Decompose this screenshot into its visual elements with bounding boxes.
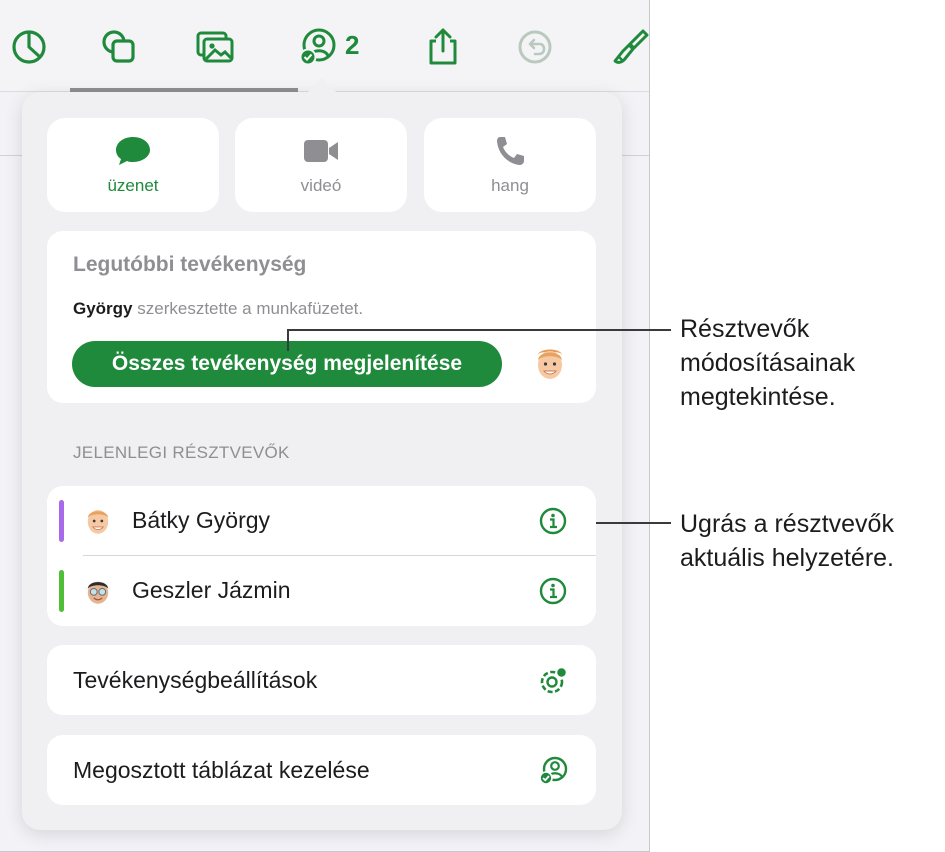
phone-icon	[497, 137, 524, 165]
manage-shared-sheet-label: Megosztott táblázat kezelése	[73, 757, 370, 783]
video-label: videó	[300, 176, 342, 195]
activity-action: szerkesztette a munkafüzetet.	[137, 299, 364, 318]
recent-activity-card: Legutóbbi tevékenység György szerkesztet…	[47, 231, 596, 403]
memoji-avatar-icon	[87, 509, 109, 534]
shared-person-checkmark-icon	[539, 756, 568, 785]
undo-icon[interactable]	[512, 24, 558, 70]
collaborator-count: 2	[345, 30, 360, 60]
activity-settings-gear-icon	[540, 666, 568, 694]
activity-settings-label: Tevékenységbeállítások	[73, 667, 318, 693]
collaboration-icon[interactable]	[294, 24, 340, 70]
media-icon[interactable]	[192, 24, 238, 70]
audio-call-button[interactable]: hang	[424, 118, 596, 212]
participant-name: Geszler Jázmin	[132, 577, 291, 603]
video-camera-icon	[304, 140, 338, 162]
audio-label: hang	[491, 176, 529, 195]
message-button[interactable]: üzenet	[47, 118, 219, 212]
shapes-icon[interactable]	[96, 24, 142, 70]
message-bubble-icon	[116, 137, 150, 165]
activity-settings-row[interactable]: Tevékenységbeállítások	[47, 645, 596, 715]
editor-name: György	[73, 299, 133, 318]
callout-leader-jump	[596, 522, 671, 524]
participant-color-bar	[59, 500, 64, 542]
recent-activity-title: Legutóbbi tevékenység	[73, 253, 307, 276]
info-icon[interactable]	[539, 507, 567, 535]
participant-name: Bátky György	[132, 507, 271, 533]
chart-icon[interactable]	[6, 24, 52, 70]
participant-color-bar	[59, 570, 64, 612]
share-icon[interactable]	[420, 24, 466, 70]
participant-row[interactable]: Geszler Jázmin	[47, 556, 596, 626]
recent-activity-entry: György szerkesztette a munkafüzetet.	[73, 299, 363, 319]
participants-list: Bátky György Geszler Jázmin	[47, 486, 596, 626]
callout-leader-changes	[287, 329, 671, 331]
participants-section-header: JELENLEGI RÉSZTVEVŐK	[73, 443, 290, 462]
memoji-avatar-icon	[86, 581, 110, 604]
format-brush-icon[interactable]	[606, 24, 649, 70]
info-icon[interactable]	[539, 577, 567, 605]
callout-jump-to-location: Ugrás a résztvevők aktuális helyzetére.	[680, 510, 895, 572]
participant-row[interactable]: Bátky György	[47, 486, 596, 556]
manage-shared-sheet-row[interactable]: Megosztott táblázat kezelése	[47, 735, 596, 805]
message-label: üzenet	[107, 176, 159, 195]
callout-leader-vertical	[287, 329, 289, 351]
callout-view-changes: Résztvevők módosításainak megtekintése.	[680, 315, 856, 411]
memoji-avatar-icon	[537, 349, 563, 379]
popover-arrow	[306, 78, 338, 94]
video-button[interactable]: videó	[235, 118, 407, 212]
app-window: 2 üzenet videó hang Legutóbbi tevékenysé…	[0, 0, 650, 852]
